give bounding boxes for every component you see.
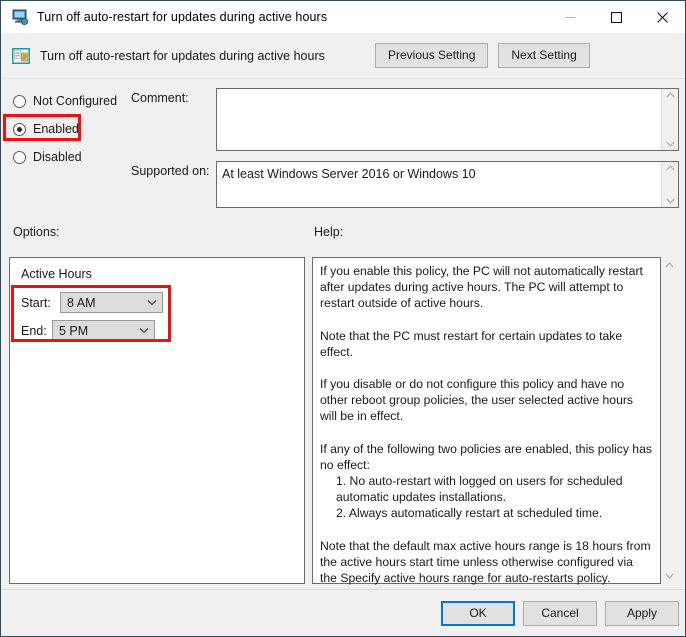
scroll-down-icon (665, 198, 675, 204)
window-controls (547, 1, 685, 33)
comment-label: Comment: (131, 91, 189, 105)
help-text: If you enable this policy, the PC will n… (313, 258, 660, 591)
computer-monitor-icon (11, 8, 29, 26)
chevron-down-icon (134, 327, 154, 334)
close-button[interactable] (639, 1, 685, 33)
help-paragraph: If you enable this policy, the PC will n… (320, 264, 643, 311)
help-panel: If you enable this policy, the PC will n… (312, 257, 678, 585)
window-title: Turn off auto-restart for updates during… (37, 10, 328, 24)
help-paragraph: Note that the default max active hours r… (320, 538, 651, 586)
ok-button[interactable]: OK (441, 601, 515, 626)
help-scrollbar[interactable] (661, 258, 678, 583)
scroll-down-icon (665, 573, 674, 579)
radio-disabled[interactable]: Disabled (13, 147, 82, 167)
scroll-up-icon (665, 262, 674, 268)
help-paragraph: Note that the PC must restart for certai… (320, 328, 623, 359)
radio-indicator-not-configured (13, 94, 26, 108)
options-panel: Active Hours Start: 8 AM End: 5 PM (9, 257, 305, 584)
radio-label-disabled: Disabled (33, 150, 82, 164)
start-label: Start: (21, 296, 51, 310)
radio-enabled[interactable]: Enabled (13, 119, 79, 139)
comment-field[interactable] (216, 88, 679, 151)
start-time-value: 8 AM (67, 295, 96, 310)
end-time-dropdown[interactable]: 5 PM (52, 320, 155, 341)
cancel-button[interactable]: Cancel (523, 601, 597, 626)
help-list-item: 1. No auto-restart with logged on users … (336, 474, 623, 505)
radio-indicator-disabled (13, 150, 26, 164)
next-setting-button[interactable]: Next Setting (498, 43, 590, 68)
dialog-body: Not Configured Enabled Disabled Comment:… (1, 79, 685, 589)
setting-nav-buttons: Previous Setting Next Setting (375, 43, 590, 68)
previous-setting-button[interactable]: Previous Setting (375, 43, 489, 68)
policy-setting-dialog: Turn off auto-restart for updates during… (0, 0, 686, 637)
radio-label-enabled: Enabled (33, 122, 79, 136)
dialog-footer: OK Cancel Apply (1, 589, 685, 636)
group-policy-setting-icon (11, 46, 31, 66)
setting-header: Turn off auto-restart for updates during… (1, 33, 685, 79)
scroll-down-icon (665, 141, 675, 147)
title-bar: Turn off auto-restart for updates during… (1, 1, 685, 33)
maximize-button[interactable] (593, 1, 639, 33)
help-paragraph: If any of the following two policies are… (320, 441, 652, 472)
end-time-value: 5 PM (59, 323, 89, 338)
supported-on-scrollbar[interactable] (661, 162, 678, 207)
minimize-button[interactable] (547, 1, 593, 33)
scroll-up-icon (665, 165, 675, 171)
scroll-up-icon (665, 92, 675, 98)
supported-on-value: At least Windows Server 2016 or Windows … (222, 167, 476, 181)
end-label: End: (21, 324, 47, 338)
active-hours-group-title: Active Hours (21, 267, 92, 281)
radio-label-not-configured: Not Configured (33, 94, 118, 108)
supported-on-field[interactable]: At least Windows Server 2016 or Windows … (216, 161, 679, 208)
comment-scrollbar[interactable] (661, 89, 678, 150)
apply-button[interactable]: Apply (605, 601, 679, 626)
supported-on-label: Supported on: (131, 164, 210, 178)
help-paragraph: If you disable or do not configure this … (320, 377, 633, 424)
chevron-down-icon (142, 299, 162, 306)
radio-indicator-enabled (13, 122, 26, 136)
start-time-dropdown[interactable]: 8 AM (60, 292, 163, 313)
options-label: Options: (13, 225, 60, 239)
setting-name: Turn off auto-restart for updates during… (40, 48, 325, 63)
help-list-item: 2. Always automatically restart at sched… (336, 506, 603, 521)
radio-not-configured[interactable]: Not Configured (13, 91, 117, 111)
help-label: Help: (314, 225, 344, 239)
comment-value[interactable] (217, 89, 661, 150)
